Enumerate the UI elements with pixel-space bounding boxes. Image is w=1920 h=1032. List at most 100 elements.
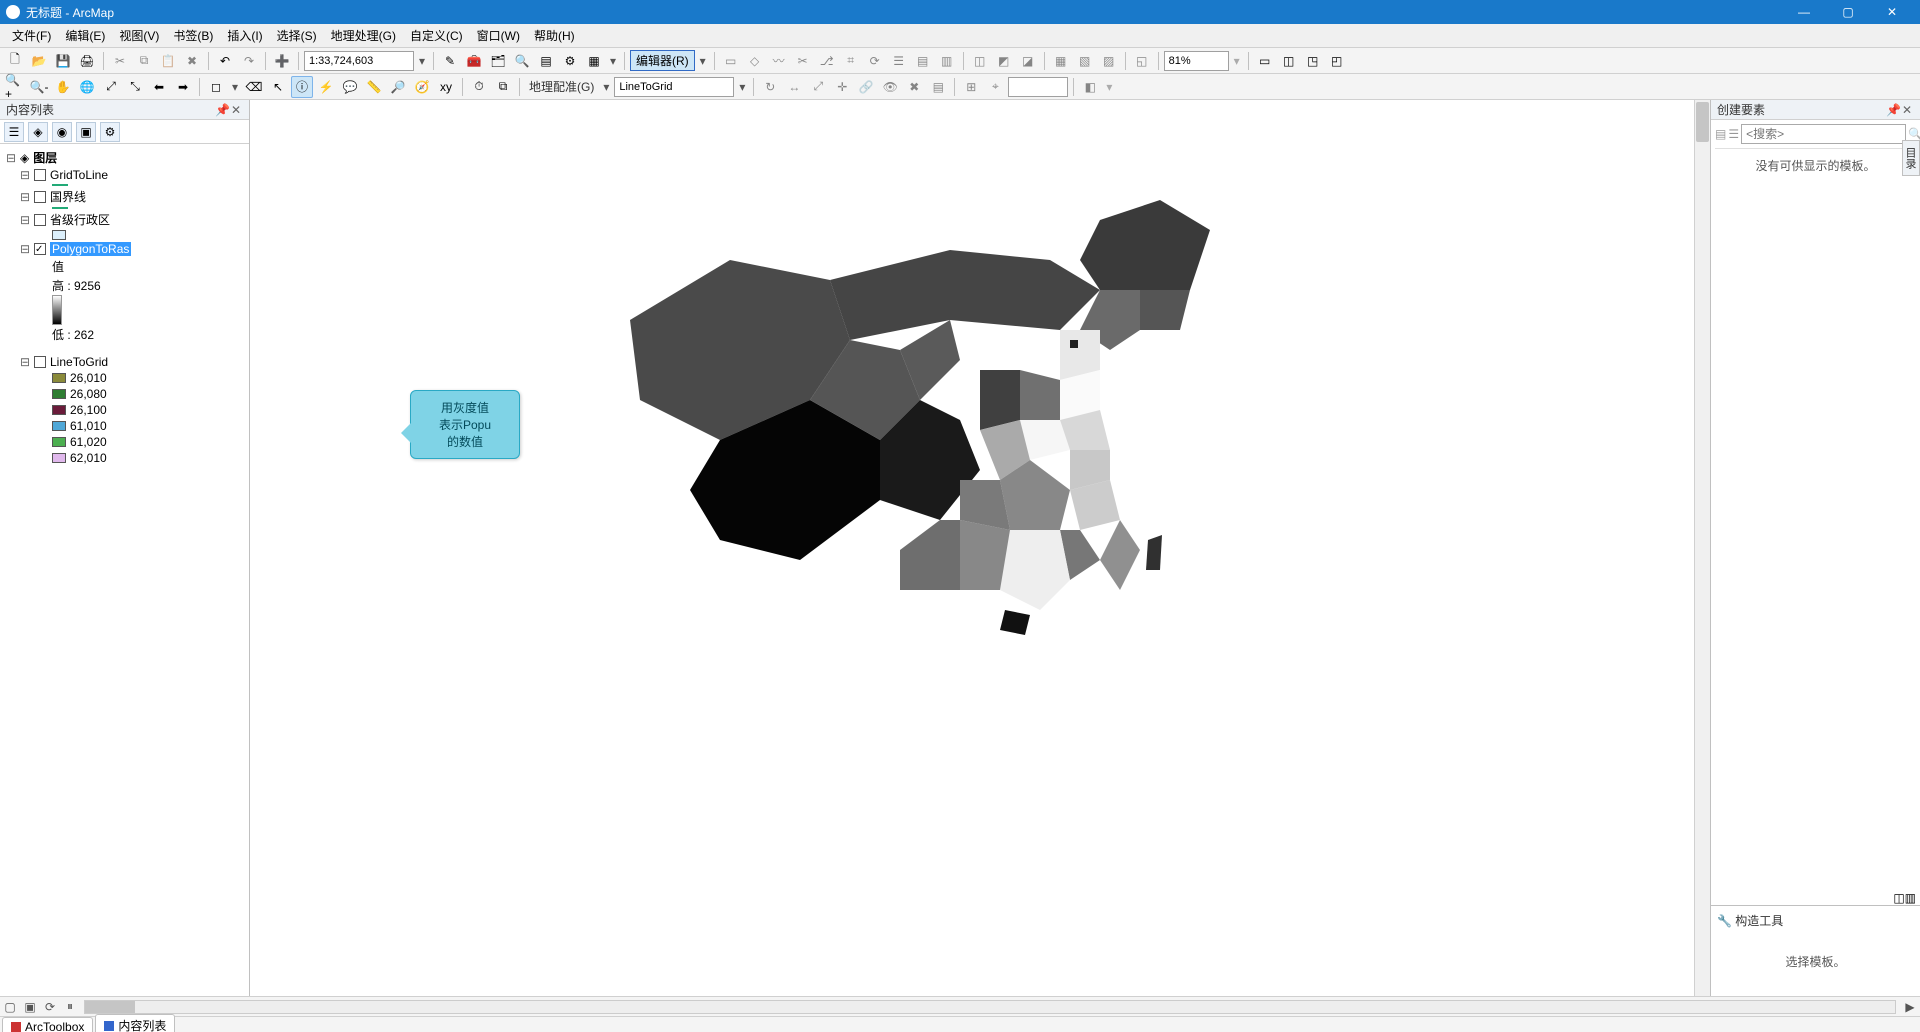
dropdown-icon[interactable]: ▾ [607,54,619,68]
attributes-icon[interactable]: ☰ [888,50,910,72]
zoom-in-icon[interactable]: 🔍+ [4,76,26,98]
georef-icon1[interactable]: ◫ [969,50,991,72]
python-icon[interactable]: ▤ [535,50,557,72]
print-icon[interactable]: 🖨 [76,50,98,72]
results-icon[interactable]: ▦ [583,50,605,72]
goto-xy-icon[interactable]: xy [435,76,457,98]
select-elements-icon[interactable]: ↖ [267,76,289,98]
cut-polygons-icon[interactable]: ✂ [792,50,814,72]
pause-icon[interactable]: ⏸ [60,998,80,1016]
select-dd-icon[interactable]: ▾ [229,80,241,94]
georef-addpt-icon[interactable]: ✛ [831,76,853,98]
collapse-icon[interactable]: ⊟ [20,242,30,256]
list-by-selection-icon[interactable]: ▣ [76,122,96,142]
catalog-side-tab[interactable]: 目录 [1902,140,1920,176]
menu-bookmarks[interactable]: 书签(B) [167,25,219,46]
collapse-icon[interactable]: ⊟ [20,213,30,227]
layer-checkbox[interactable] [34,243,46,255]
delete-icon[interactable]: ✖ [181,50,203,72]
layer-guojiexian[interactable]: 国界线 [50,188,86,205]
list-by-source-icon[interactable]: ◈ [28,122,48,142]
search-go-icon[interactable]: 🔍 [1908,127,1920,141]
close-panel-icon[interactable]: ✕ [229,103,243,117]
full-extent-icon[interactable]: 🌐 [76,76,98,98]
pin-icon[interactable]: 📌 [1886,103,1900,117]
georef-misc2-icon[interactable]: ⌖ [984,76,1006,98]
data-view-icon[interactable]: ▢ [0,998,20,1016]
add-data-icon[interactable]: ➕ [271,50,293,72]
layer-checkbox[interactable] [34,191,46,203]
panel-toggle2-icon[interactable]: ▥ [1905,891,1916,905]
reshape-icon[interactable]: 〰 [768,50,790,72]
collapse-icon[interactable]: ⊟ [20,168,30,182]
toc-tree[interactable]: ⊟◈图层 ⊟GridToLine ⊟国界线 ⊟省级行政区 ⊟PolygonToR… [0,144,249,996]
menu-selection[interactable]: 选择(S) [271,25,323,46]
draw-icon4[interactable]: ◰ [1326,50,1348,72]
georef-rotate-icon[interactable]: ↻ [759,76,781,98]
zoom-out-icon[interactable]: 🔍- [28,76,50,98]
georef-icon3[interactable]: ◪ [1017,50,1039,72]
save-icon[interactable]: 💾 [52,50,74,72]
menu-window[interactable]: 窗口(W) [471,25,526,46]
undo-icon[interactable]: ↶ [214,50,236,72]
redo-icon[interactable]: ↷ [238,50,260,72]
clear-selection-icon[interactable]: ⌫ [243,76,265,98]
layout-view-icon[interactable]: ▣ [20,998,40,1016]
template-search-input[interactable] [1741,124,1906,144]
georef-link-icon[interactable]: 🔗 [855,76,877,98]
layer-polygontoras[interactable]: PolygonToRas [50,242,131,256]
draw-icon1[interactable]: ▭ [1254,50,1276,72]
menu-customize[interactable]: 自定义(C) [404,25,469,46]
catalog-icon[interactable]: 🗂 [487,50,509,72]
georef-table-icon[interactable]: ▤ [927,76,949,98]
hyperlink-icon[interactable]: ⚡ [315,76,337,98]
georef-shift-icon[interactable]: ↔ [783,76,805,98]
georef-text-input[interactable] [1008,77,1068,97]
georef-view-icon[interactable]: 👁 [879,76,901,98]
georef-misc1-icon[interactable]: ⊞ [960,76,982,98]
find-route-icon[interactable]: 🧭 [411,76,433,98]
layer-gridtoline[interactable]: GridToLine [50,168,108,182]
list-by-drawing-icon[interactable]: ☰ [4,122,24,142]
edit-tool-icon[interactable]: ▭ [720,50,742,72]
editor-toolbar-icon[interactable]: ✎ [439,50,461,72]
layer-linetogrid[interactable]: LineToGrid [50,355,108,369]
georef-dd-icon[interactable]: ▾ [600,80,612,94]
editor-dropdown[interactable]: 编辑器(R) [630,50,695,71]
layout-icon1[interactable]: ▦ [1050,50,1072,72]
close-panel-icon[interactable]: ✕ [1900,103,1914,117]
menu-help[interactable]: 帮助(H) [528,25,581,46]
edit-vertices-icon[interactable]: ◇ [744,50,766,72]
layer-province[interactable]: 省级行政区 [50,211,110,228]
menu-view[interactable]: 视图(V) [113,25,165,46]
toolbox-icon[interactable]: 🧰 [463,50,485,72]
georef-misc3-dd-icon[interactable]: ▾ [1103,80,1115,94]
georef-scale-icon[interactable]: ⤢ [807,76,829,98]
paste-icon[interactable]: 📋 [157,50,179,72]
menu-insert[interactable]: 插入(I) [221,25,268,46]
georef-icon2[interactable]: ◩ [993,50,1015,72]
split-icon[interactable]: ⎇ [816,50,838,72]
collapse-icon[interactable]: ⊟ [6,151,16,165]
menu-edit[interactable]: 编辑(E) [59,25,111,46]
layout-icon3[interactable]: ▨ [1098,50,1120,72]
html-popup-icon[interactable]: 💬 [339,76,361,98]
georef-delete-icon[interactable]: ✖ [903,76,925,98]
create-features-icon[interactable]: ▥ [936,50,958,72]
merge-icon[interactable]: ⌗ [840,50,862,72]
zoom-dd-icon[interactable]: ▾ [1231,54,1243,68]
zoom-pct-input[interactable] [1164,51,1229,71]
layout-nav-icon[interactable]: ◱ [1131,50,1153,72]
pin-icon[interactable]: 📌 [215,103,229,117]
scale-input[interactable] [304,51,414,71]
layout-icon2[interactable]: ▧ [1074,50,1096,72]
layer-checkbox[interactable] [34,356,46,368]
georef-misc3-icon[interactable]: ◧ [1079,76,1101,98]
layer-checkbox[interactable] [34,169,46,181]
identify-icon[interactable]: ⓘ [291,76,313,98]
options-icon[interactable]: ⚙ [100,122,120,142]
close-button[interactable]: ✕ [1870,0,1914,24]
copy-icon[interactable]: ⧉ [133,50,155,72]
minimize-button[interactable]: — [1782,0,1826,24]
pan-icon[interactable]: ✋ [52,76,74,98]
